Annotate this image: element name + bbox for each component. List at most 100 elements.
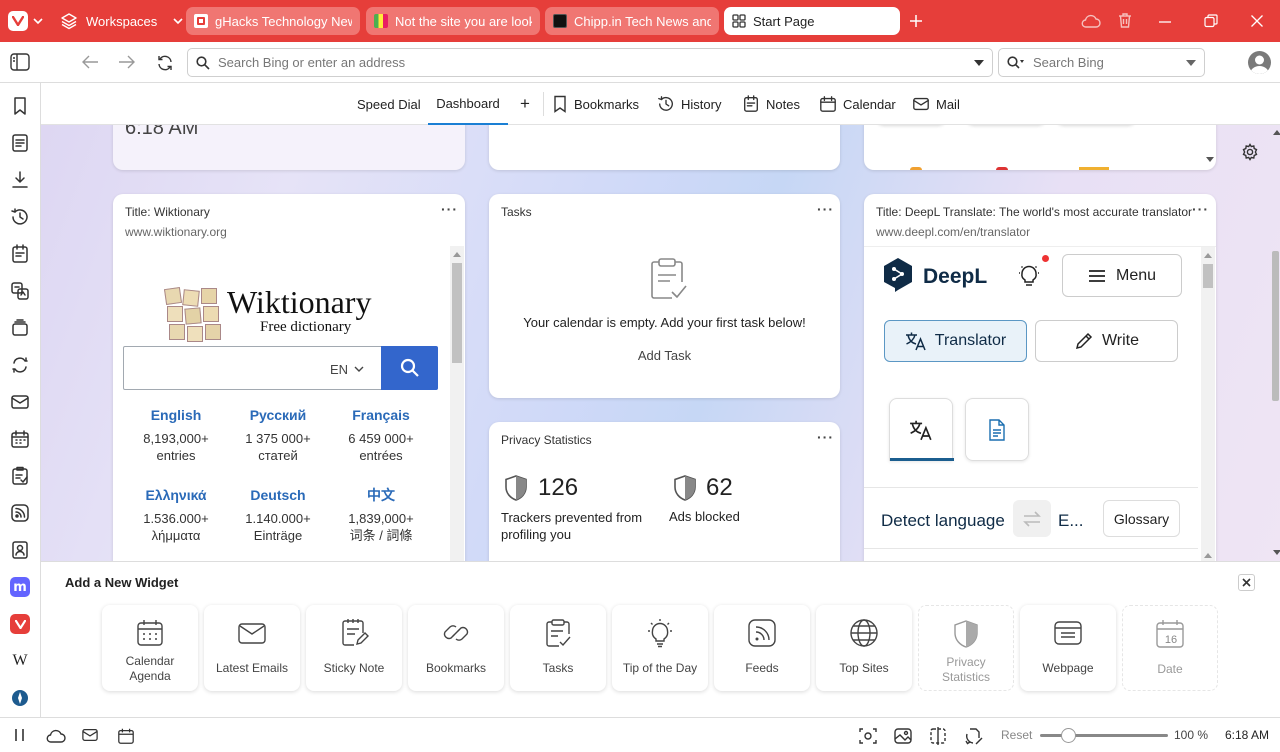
history-icon[interactable] (10, 207, 30, 227)
widget-menu-button[interactable]: ··· (1192, 201, 1209, 217)
language-name[interactable]: 中文 (321, 486, 441, 504)
widget-tasks[interactable]: Tasks (510, 605, 606, 691)
text-translate-tab[interactable] (889, 398, 954, 461)
calendar-icon[interactable] (117, 727, 135, 745)
tab-not-the-site[interactable]: Not the site you are lookin (366, 7, 540, 35)
widget-sticky-note[interactable]: Sticky Note (306, 605, 402, 691)
zoom-slider[interactable] (1040, 728, 1168, 743)
webpage-scrollbar[interactable] (450, 246, 464, 561)
chevron-down-icon[interactable] (33, 16, 43, 26)
widget-top-sites[interactable]: Top Sites (816, 605, 912, 691)
widget-calendar-agenda[interactable]: Calendar Agenda (102, 605, 198, 691)
write-tab[interactable]: Write (1035, 320, 1178, 362)
widget-feeds[interactable]: Feeds (714, 605, 810, 691)
widget-webpage[interactable]: Webpage (1020, 605, 1116, 691)
page-actions-icon[interactable] (965, 727, 983, 745)
language-entry[interactable]: Deutsch 1.140.000+ Einträge (218, 486, 338, 544)
images-icon[interactable] (894, 727, 912, 745)
tab-chipp[interactable]: Chipp.in Tech News and Re (545, 7, 719, 35)
language-name[interactable]: Français (321, 406, 441, 424)
language-entry[interactable]: Русский 1 375 000+ статей (218, 406, 338, 464)
widget-menu-button[interactable]: ··· (817, 429, 834, 445)
vivaldi-menu-button[interactable] (8, 11, 28, 31)
scroll-down-arrow[interactable] (1206, 157, 1214, 162)
dropdown-arrow-icon[interactable] (1186, 59, 1196, 67)
bookmark-icon[interactable] (10, 96, 30, 116)
forward-icon[interactable] (118, 54, 136, 70)
wikipedia-icon[interactable]: W (10, 651, 30, 671)
back-icon[interactable] (81, 54, 99, 70)
tab-speed-dial[interactable]: Speed Dial (357, 83, 421, 125)
trash-icon[interactable] (1116, 11, 1134, 29)
new-tab-icon[interactable] (908, 13, 924, 29)
language-entry[interactable]: 中文 1,839,000+ 词条 / 詞條 (321, 486, 441, 544)
workspaces-button[interactable]: Workspaces (60, 11, 183, 31)
profile-avatar[interactable] (1248, 51, 1271, 74)
scrollbar-thumb[interactable] (1272, 251, 1279, 401)
contacts-icon[interactable] (10, 540, 30, 560)
webpage-scrollbar[interactable] (1201, 247, 1215, 561)
lightbulb-icon[interactable] (1018, 264, 1040, 288)
dashboard-scrollbar[interactable] (1271, 125, 1280, 561)
restore-icon[interactable] (1204, 14, 1218, 28)
reset-zoom-button[interactable]: Reset (1001, 728, 1032, 742)
widget-privacy-statistics[interactable]: Privacy Statistics (918, 605, 1014, 691)
close-drawer-button[interactable] (1238, 574, 1255, 591)
panel-toggle-icon[interactable] (12, 727, 28, 743)
widget-date[interactable]: 16 Date (1122, 605, 1218, 691)
widget-bookmarks[interactable]: Bookmarks (408, 605, 504, 691)
feeds-icon[interactable] (10, 503, 30, 523)
download-icon[interactable] (10, 170, 30, 190)
widget-menu-button[interactable]: ··· (441, 201, 458, 217)
minimize-icon[interactable] (1158, 15, 1172, 29)
language-name[interactable]: Deutsch (218, 486, 338, 504)
notes-icon[interactable] (10, 244, 30, 264)
swap-languages-button[interactable] (1013, 500, 1051, 537)
compass-icon[interactable] (10, 688, 30, 708)
tab-calendar[interactable]: Calendar (819, 83, 896, 125)
translate-icon[interactable] (10, 281, 30, 301)
cloud-icon[interactable] (45, 727, 67, 745)
url-field[interactable]: Search Bing or enter an address (187, 48, 993, 77)
search-field[interactable]: Search Bing (998, 48, 1205, 77)
dropdown-arrow-icon[interactable] (974, 59, 984, 67)
tab-notes[interactable]: Notes (742, 83, 800, 125)
calendar-icon[interactable] (10, 429, 30, 449)
window-panel-icon[interactable] (10, 318, 30, 338)
tab-start-page[interactable]: Start Page (724, 7, 900, 35)
add-task-button[interactable]: Add Task (489, 348, 840, 363)
page-tiling-icon[interactable] (929, 727, 947, 745)
scrollbar-thumb[interactable] (452, 263, 462, 363)
zoom-slider-knob[interactable] (1061, 728, 1077, 743)
deepl-menu-button[interactable]: Menu (1062, 254, 1182, 297)
source-language[interactable]: Detect language (881, 511, 1005, 531)
tab-bookmarks[interactable]: Bookmarks (552, 83, 639, 125)
target-language[interactable]: E... (1058, 511, 1084, 531)
panel-toggle-icon[interactable] (10, 53, 30, 71)
reading-list-icon[interactable] (10, 133, 30, 153)
wiktionary-search-button[interactable] (381, 346, 438, 390)
language-name[interactable]: Русский (218, 406, 338, 424)
widget-tip-of-the-day[interactable]: Tip of the Day (612, 605, 708, 691)
sync-icon[interactable] (10, 355, 30, 375)
language-entry[interactable]: Français 6 459 000+ entrées (321, 406, 441, 464)
settings-gear-icon[interactable] (1241, 143, 1259, 161)
widget-latest-emails[interactable]: Latest Emails (204, 605, 300, 691)
mail-icon[interactable] (81, 727, 99, 743)
cloud-icon[interactable] (1081, 12, 1101, 30)
document-translate-tab[interactable] (965, 398, 1029, 461)
tab-mail[interactable]: Mail (912, 83, 960, 125)
translator-tab[interactable]: Translator (884, 320, 1027, 362)
scrollbar-thumb[interactable] (1203, 264, 1213, 288)
close-icon[interactable] (1250, 14, 1264, 28)
glossary-button[interactable]: Glossary (1103, 500, 1180, 537)
language-select[interactable]: EN (330, 362, 348, 377)
add-nav-button[interactable]: + (520, 83, 530, 125)
reload-icon[interactable] (156, 54, 174, 72)
tab-ghacks[interactable]: gHacks Technology News a (186, 7, 360, 35)
mastodon-icon[interactable]: m (10, 577, 30, 597)
tab-history[interactable]: History (657, 83, 721, 125)
mail-icon[interactable] (10, 392, 30, 412)
widget-menu-button[interactable]: ··· (817, 201, 834, 217)
capture-icon[interactable] (859, 727, 877, 745)
